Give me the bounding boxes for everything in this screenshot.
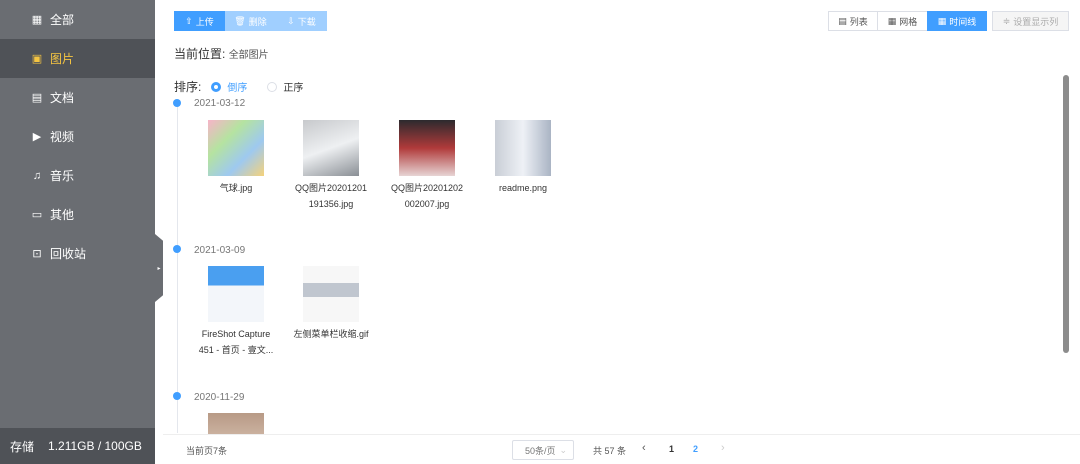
page-2[interactable]: 2 (693, 444, 698, 454)
download-button[interactable]: ⇩ 下载 (276, 11, 327, 31)
headphones-icon: ♫ (32, 169, 42, 182)
timeline-date: 2020-11-29 (194, 392, 245, 403)
trash-icon: 🗑 (234, 15, 246, 26)
upload-icon: ⇧ (185, 15, 193, 26)
sidebar-item-all[interactable]: ▦ 全部 (0, 0, 155, 39)
chevron-down-icon: ⌄ (559, 444, 567, 455)
file-thumbnail (399, 120, 455, 176)
main-panel: ⇧ 上传 🗑 删除 ⇩ 下载 ▤ 列表 ▦ 网格 ▦ 时间线 ≑ 设置显示列 当前位置: 全部… (163, 0, 1080, 464)
file-item[interactable]: 左侧菜单栏收缩.gif (286, 266, 376, 342)
view-grid-button[interactable]: ▦ 网格 (877, 11, 928, 31)
sidebar-item-documents[interactable]: ▤ 文档 (0, 78, 155, 117)
file-item[interactable]: QQ图片20201201 191356.jpg (286, 120, 376, 212)
view-timeline-button[interactable]: ▦ 时间线 (927, 11, 987, 31)
delete-button[interactable]: 🗑 删除 (225, 11, 276, 31)
upload-button[interactable]: ⇧ 上传 (174, 11, 225, 31)
sort-asc-radio[interactable] (267, 81, 278, 92)
sidebar-item-trash[interactable]: ⊡ 回收站 (0, 234, 155, 273)
box-icon: ▭ (31, 209, 43, 221)
sidebar-item-music[interactable]: ♫ 音乐 (0, 156, 155, 195)
video-icon: ▶ (32, 131, 42, 143)
timeline-date: 2021-03-09 (194, 245, 246, 256)
timeline-date: 2021-03-12 (194, 98, 246, 109)
file-item[interactable] (191, 413, 281, 434)
timeline-line (177, 103, 178, 433)
breadcrumb: 当前位置: 全部图片 (174, 47, 269, 61)
file-item[interactable]: 气球.jpg (191, 120, 281, 196)
sidebar-item-videos[interactable]: ▶ 视频 (0, 117, 155, 156)
calendar-icon: ▦ (937, 15, 947, 26)
file-thumbnail (495, 120, 551, 176)
document-icon: ▤ (31, 92, 43, 104)
list-icon: ▤ (838, 15, 847, 26)
file-thumbnail (303, 266, 359, 322)
file-item[interactable]: QQ图片20201202 002007.jpg (382, 120, 472, 212)
file-thumbnail (208, 266, 264, 322)
page-size-select[interactable]: 50条/页 ⌄ (512, 440, 574, 460)
scrollbar[interactable] (1063, 75, 1069, 353)
view-list-button[interactable]: ▤ 列表 (828, 11, 878, 31)
sidebar-item-other[interactable]: ▭ 其他 (0, 195, 155, 234)
sidebar: ▦ 全部 ▣ 图片 ▤ 文档 ▶ 视频 ♫ 音乐 ▭ 其他 ⊡ 回收站 存储 1.211GB /… (0, 0, 155, 464)
trash-icon: ⊡ (32, 248, 42, 260)
storage-info: 存储 1.211GB / 100GB (0, 428, 155, 464)
timeline-dot (173, 245, 181, 253)
prev-page-button[interactable]: ‹ (642, 442, 646, 454)
sort-desc-radio[interactable] (211, 81, 222, 92)
pagination-footer: 当前页7条 50条/页 ⌄ 共 57 条 ‹ 1 2 › (163, 434, 1080, 464)
grid-icon: ▦ (31, 14, 43, 26)
image-icon: ▣ (31, 53, 43, 65)
sidebar-item-images[interactable]: ▣ 图片 (0, 39, 155, 78)
sort-options: 排序: 倒序 正序 (174, 80, 304, 94)
file-thumbnail (208, 413, 264, 434)
set-columns-button[interactable]: ≑ 设置显示列 (992, 11, 1069, 31)
sidebar-collapse-handle[interactable]: ▸ (155, 234, 163, 302)
file-item[interactable]: readme.png (478, 120, 568, 196)
file-item[interactable]: FireShot Capture 451 - 首页 - 壹文... (191, 266, 281, 358)
page-1[interactable]: 1 (669, 444, 674, 454)
next-page-button[interactable]: › (721, 442, 725, 454)
timeline-dot (173, 99, 181, 107)
timeline-dot (173, 392, 181, 400)
filter-icon: ≑ (1002, 15, 1011, 26)
download-icon: ⇩ (287, 15, 295, 26)
grid-icon: ▦ (887, 15, 897, 26)
file-thumbnail (208, 120, 264, 176)
file-thumbnail (303, 120, 359, 176)
